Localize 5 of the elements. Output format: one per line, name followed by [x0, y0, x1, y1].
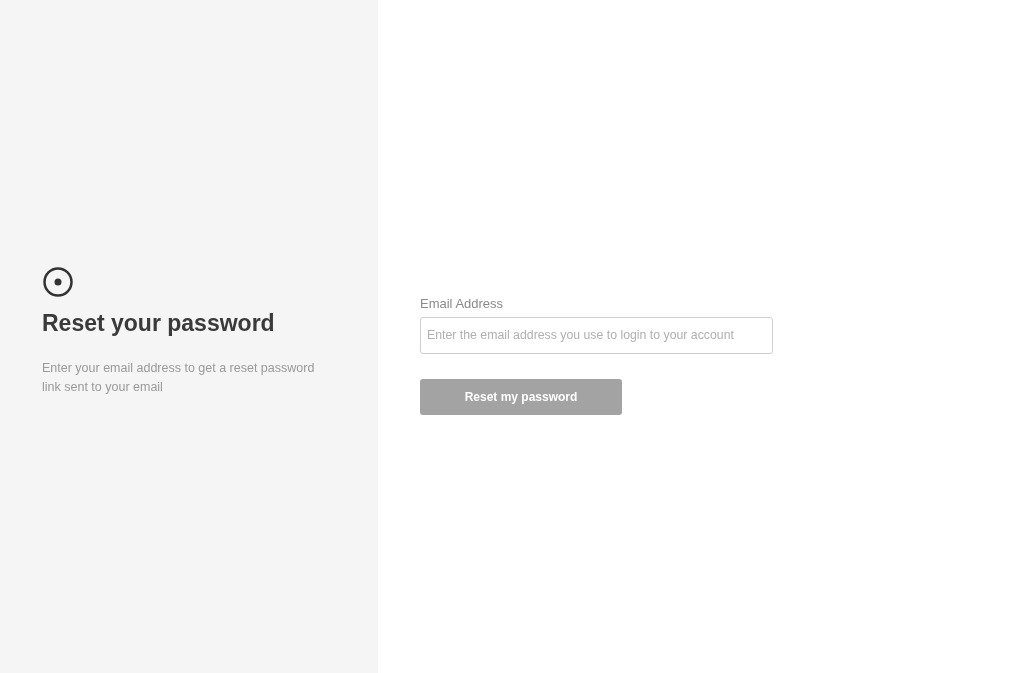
email-field[interactable]: Enter the email address you use to login to your account — [420, 316, 773, 354]
description-text: Enter your email address to get a reset password link sent to your email — [42, 360, 316, 396]
page-title: Reset your password — [42, 310, 276, 337]
email-label: Email Address — [420, 295, 504, 311]
target-icon — [42, 266, 74, 298]
